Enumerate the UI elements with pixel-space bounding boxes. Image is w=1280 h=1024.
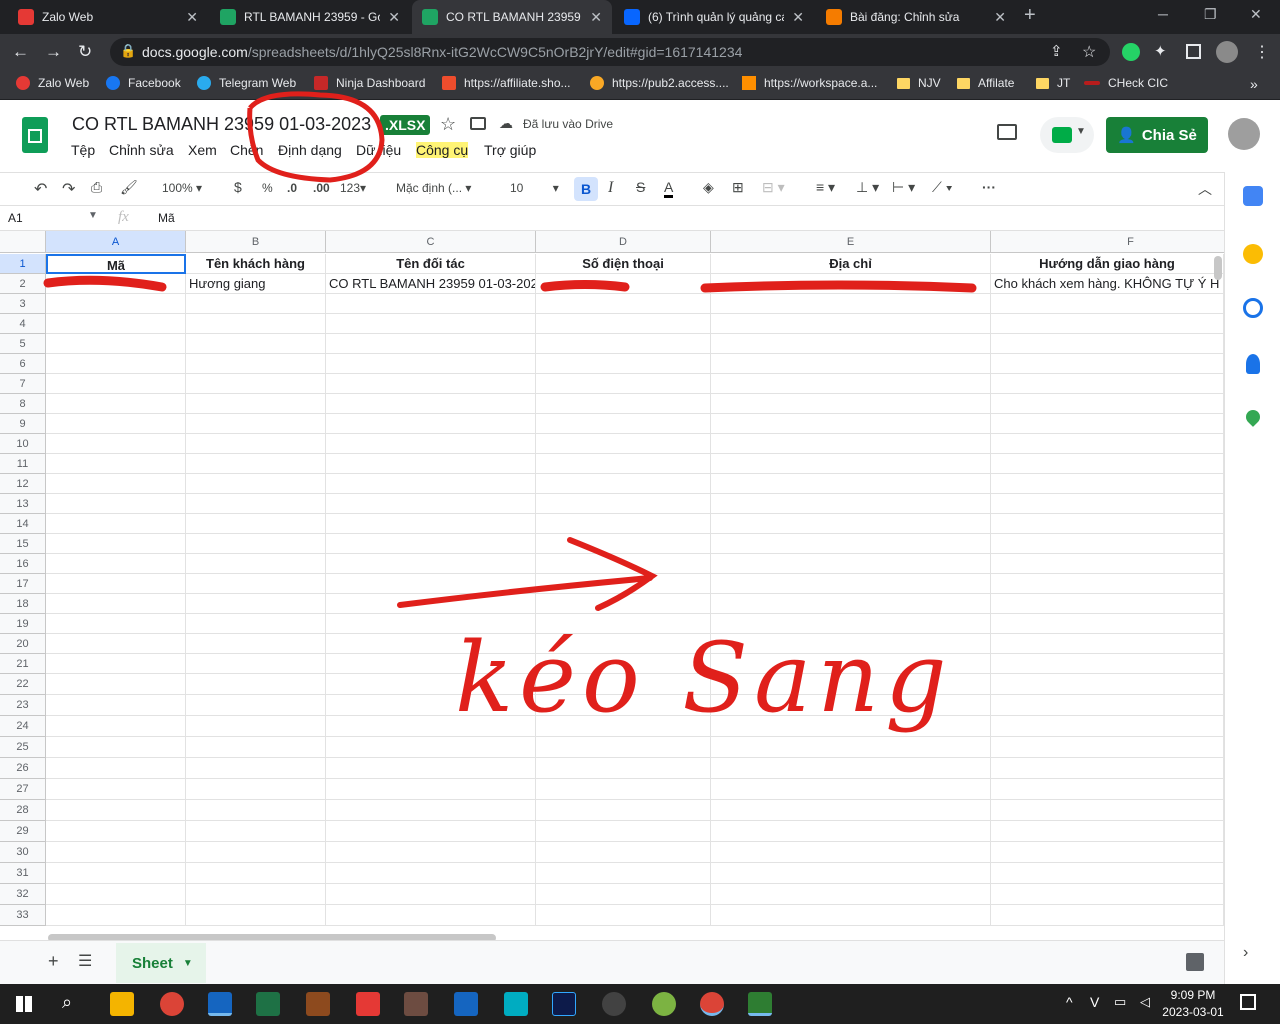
- app-icon[interactable]: [208, 992, 232, 1016]
- chevron-down-icon: ▼: [182, 957, 193, 969]
- chrome-icon[interactable]: [700, 992, 724, 1016]
- g-app-icon[interactable]: [356, 992, 380, 1016]
- network-icon[interactable]: ▭: [1114, 994, 1126, 1010]
- side-panel: ›: [1224, 172, 1280, 984]
- sheet-tab-bar: + ☰ Sheet ▼: [0, 940, 1224, 984]
- chevron-right-icon[interactable]: ›: [1243, 944, 1248, 962]
- clock-time[interactable]: 9:09 PM: [1163, 988, 1223, 1002]
- calendar-icon[interactable]: [1243, 186, 1263, 206]
- app-icon[interactable]: [652, 992, 676, 1016]
- app-icon[interactable]: [454, 992, 478, 1016]
- volume-icon[interactable]: ◁: [1140, 994, 1150, 1010]
- redaction-a2: [43, 275, 167, 292]
- windows-start-icon[interactable]: [16, 996, 32, 1012]
- tasks-icon[interactable]: [1243, 298, 1263, 318]
- sheet-tab[interactable]: Sheet ▼: [116, 943, 206, 983]
- add-sheet-icon[interactable]: +: [48, 951, 59, 972]
- all-sheets-icon[interactable]: ☰: [78, 951, 92, 971]
- chrome-icon[interactable]: [160, 992, 184, 1016]
- photoshop-icon[interactable]: [552, 992, 576, 1016]
- redaction-e2: [700, 280, 977, 293]
- keep-icon[interactable]: [1243, 244, 1263, 264]
- app-icon[interactable]: [748, 992, 772, 1016]
- explore-icon[interactable]: [1186, 953, 1204, 971]
- arrow-head: [567, 537, 658, 611]
- windows-taskbar: ⌕ ^ V ▭ ◁ 9:09 PM 2023-03-01: [0, 984, 1280, 1024]
- file-explorer-icon[interactable]: [110, 992, 134, 1016]
- maps-icon[interactable]: [1243, 407, 1263, 427]
- obs-icon[interactable]: [602, 992, 626, 1016]
- vertical-scrollbar[interactable]: [1214, 256, 1222, 280]
- handwritten-note: kéo Sang: [455, 622, 953, 734]
- tray-icon[interactable]: V: [1090, 994, 1099, 1010]
- game-icon[interactable]: [306, 992, 330, 1016]
- circle-highlight: [247, 91, 385, 183]
- notification-icon[interactable]: [1240, 994, 1256, 1010]
- red-annotation-overlay: [43, 91, 977, 611]
- vpn-icon[interactable]: [504, 992, 528, 1016]
- tray-chevron-icon[interactable]: ^: [1066, 994, 1073, 1010]
- search-icon[interactable]: ⌕: [62, 992, 72, 1013]
- excel-icon[interactable]: [256, 992, 280, 1016]
- redaction-d2: [540, 280, 630, 292]
- contacts-icon[interactable]: [1246, 354, 1260, 374]
- app-icon[interactable]: [404, 992, 428, 1016]
- clock-date[interactable]: 2023-03-01: [1158, 1005, 1228, 1019]
